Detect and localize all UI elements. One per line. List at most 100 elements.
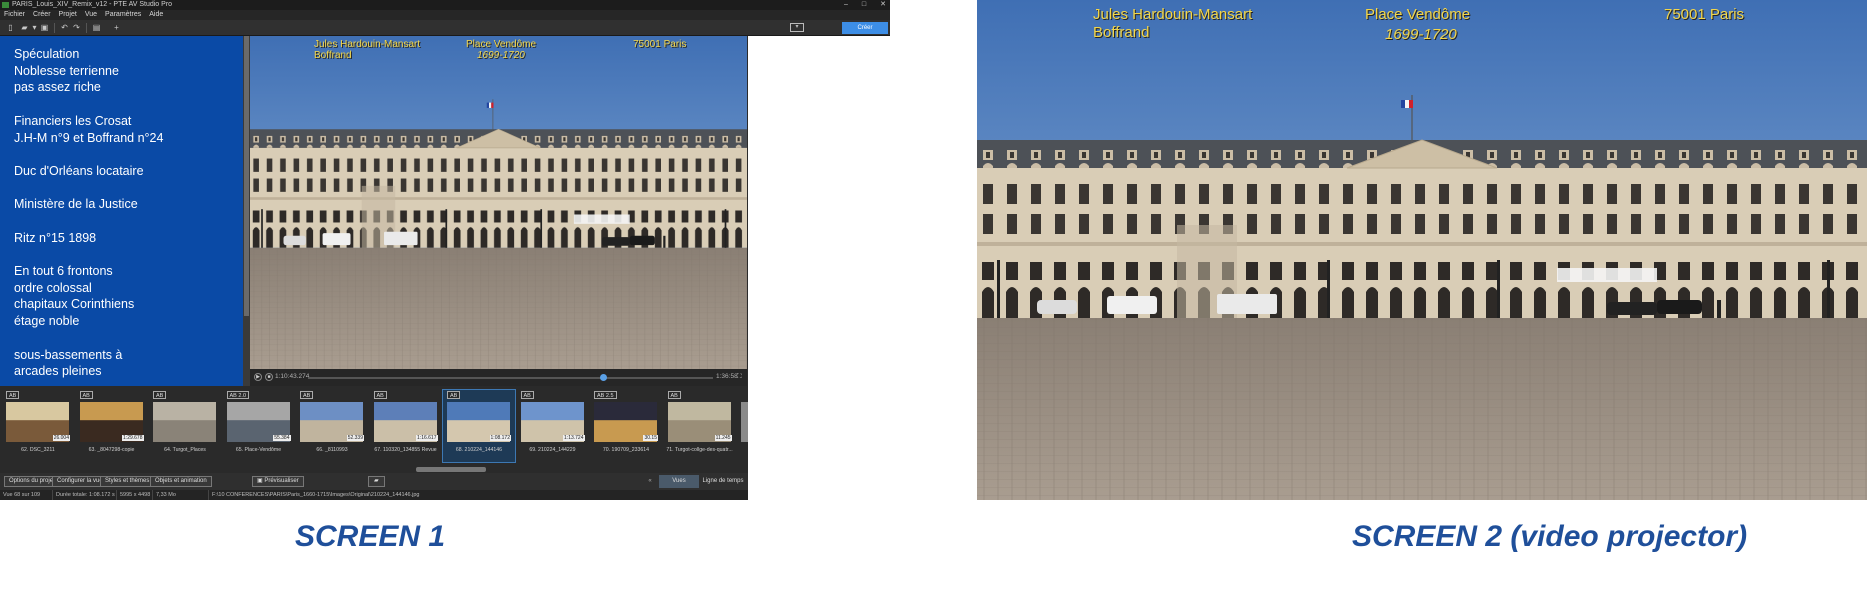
slide-duration: 1:08.172 (489, 435, 511, 441)
slide-label: 68. 210224_144146 (455, 447, 503, 453)
toolbar-divider (86, 23, 87, 33)
slide-badge: AB (79, 391, 93, 399)
stop-icon[interactable]: ■ (265, 373, 273, 381)
window-controls: – □ ✕ (844, 0, 886, 10)
preview-button[interactable]: ▣ Prévisualiser (252, 476, 304, 487)
menu-vue[interactable]: Vue (85, 10, 97, 20)
overlay-architect-1: Jules Hardouin-Mansart (314, 39, 421, 50)
menu-creer[interactable]: Créer (33, 10, 51, 20)
menu-fichier[interactable]: Fichier (4, 10, 25, 20)
slide-label: 69. 210224_144229 (529, 447, 576, 453)
notes-spacer (14, 213, 243, 230)
undo-icon[interactable]: ↶ (60, 23, 69, 32)
dropdown-arrow-icon[interactable]: ▾ (30, 23, 39, 32)
menu-parametres[interactable]: Paramètres (105, 10, 141, 20)
overlay-postcode: 75001 Paris (633, 39, 687, 50)
projector-photo (977, 0, 1867, 500)
slide-thumbnail[interactable]: AB 26.004 62. DSC_3211 (2, 390, 74, 462)
notes-line: Noblesse terrienne (14, 63, 119, 78)
notes-line: sous-bassements à (14, 347, 123, 362)
slide-thumbnail[interactable]: AB 11.245 71. Turgot-collge-des-quatr... (664, 390, 736, 462)
slide-label: 63. _8047298-copie (88, 447, 135, 453)
notes-line: chapitaux Corinthiens (14, 297, 135, 312)
projector-architect-2: Boffrand (1093, 24, 1150, 41)
slide-badge: AB 2.5 (594, 391, 617, 399)
redo-icon[interactable]: ↷ (72, 23, 81, 32)
preview-photo (250, 36, 747, 369)
slide-label: 65. Place-Vendôme (235, 447, 282, 453)
total-time: 1:36:58 (716, 373, 738, 380)
playback-knob[interactable] (600, 374, 608, 381)
slide-badge: AB (373, 391, 387, 399)
slide-duration: 30.15 (643, 435, 658, 441)
slide-thumbnail[interactable]: AB 2.0 55.384 65. Place-Vendôme (223, 390, 295, 462)
slide-duration: 1:13.724 (563, 435, 585, 441)
collapse-icon[interactable]: « (644, 475, 656, 488)
save-icon[interactable]: ▣ (40, 23, 49, 32)
notes-line: Ministère de la Justice (14, 197, 138, 212)
notes-line: étage noble (14, 314, 80, 329)
play-icon[interactable]: ▶ (254, 373, 262, 381)
preview-label: Prévisualiser (264, 478, 299, 484)
projector-architect-1: Jules Hardouin-Mansart (1093, 6, 1253, 23)
overlay-architect-2: Boffrand (314, 50, 352, 61)
slide-thumbnail[interactable]: AB 52.339 66. _8110993 (296, 390, 368, 462)
notes-line: Financiers les Crosat (14, 113, 132, 128)
screen-2: Jules Hardouin-Mansart Boffrand Place Ve… (977, 0, 1867, 500)
tab-timeline[interactable]: Ligne de temps (701, 475, 745, 488)
objects-animation-button[interactable]: Objets et animation (150, 476, 212, 487)
tab-vues[interactable]: Vues (659, 475, 699, 488)
create-button[interactable]: Créer (842, 22, 888, 34)
slide-strip-scrollbar[interactable] (0, 466, 748, 473)
overlay-place: Place Vendôme (466, 39, 537, 50)
slideshow-icon[interactable]: ▤ (92, 23, 101, 32)
slide-thumbnail[interactable]: AB 2.5 30.15 70. 190709_233614 (590, 390, 662, 462)
status-path: F:\10 CONFERENCES\PARIS\Paris_1660-1715\… (208, 490, 419, 500)
menu-bar: Fichier Créer Projet Vue Paramètres Aide (0, 10, 890, 20)
add-icon[interactable]: + (112, 23, 121, 32)
scrollbar-thumb[interactable] (416, 467, 486, 472)
slide-label: 70. 190709_233614 (602, 447, 650, 453)
minimize-button[interactable]: – (844, 0, 848, 10)
bottom-bar: Options du projet Configurer la vue Styl… (0, 473, 748, 490)
scrollbar-thumb[interactable] (244, 36, 249, 316)
slide-thumbnail[interactable]: AB 64. Turgot_Places (149, 390, 221, 462)
notes-spacer (14, 146, 243, 163)
toolbar: ▯ ▰ ▾ ▣ ↶ ↷ ▤ + ▾ Créer (0, 20, 890, 36)
slide-thumbnail[interactable]: AB 1:29.678 63. _8047298-copie (76, 390, 148, 462)
slide-label: 62. DSC_3211 (21, 447, 55, 453)
open-folder-icon[interactable]: ▰ (20, 23, 29, 32)
folder-icon[interactable]: ▰ (368, 476, 385, 487)
slide-label: 71. Turgot-collge-des-quatr... (666, 447, 733, 453)
menu-aide[interactable]: Aide (149, 10, 163, 20)
monitor-icon[interactable]: ▾ (790, 23, 804, 32)
slide-label: 64. Turgot_Places (164, 447, 206, 453)
notes-line: arcades pleines (14, 364, 102, 379)
slide-thumbnail[interactable]: AB 1:16.617 67. 110320_134855 Revue (370, 390, 442, 462)
projector-years: 1699-1720 (1385, 26, 1457, 43)
new-file-icon[interactable]: ▯ (6, 23, 15, 32)
notes-line: pas assez riche (14, 80, 101, 95)
slide-thumbnail-partial[interactable] (737, 390, 748, 462)
notes-scrollbar[interactable] (243, 36, 250, 386)
playback-track[interactable] (308, 377, 713, 379)
caption-screen-2: SCREEN 2 (video projector) (1352, 520, 1748, 553)
projector-postcode: 75001 Paris (1664, 6, 1745, 23)
styles-themes-button[interactable]: Styles et thèmes (100, 476, 155, 487)
notes-line: Ritz n°15 1898 (14, 230, 97, 245)
notes-line: Spéculation (14, 47, 80, 61)
fullscreen-icon[interactable]: ⛶ (737, 372, 742, 382)
slide-label: 67. 110320_134855 Revue (374, 447, 437, 453)
slide-thumbnail[interactable]: AB 1:08.172 68. 210224_144146 (442, 389, 516, 463)
maximize-button[interactable]: □ (862, 0, 866, 10)
notes-spacer (14, 246, 243, 263)
slide-thumbnail[interactable]: AB 1:13.724 69. 210224_144229 (517, 390, 589, 462)
notes-line: En tout 6 frontons (14, 264, 113, 279)
slide-badge: AB (300, 391, 314, 399)
close-button[interactable]: ✕ (880, 0, 886, 10)
status-bar: Vue 68 sur 109 Durée totale: 1:08.172 s … (0, 490, 748, 500)
status-dimensions: 5995 x 4498 (116, 490, 150, 500)
slide-badge: AB (520, 391, 534, 399)
slide-label: 66. _8110993 (316, 447, 348, 453)
menu-projet[interactable]: Projet (59, 10, 77, 20)
